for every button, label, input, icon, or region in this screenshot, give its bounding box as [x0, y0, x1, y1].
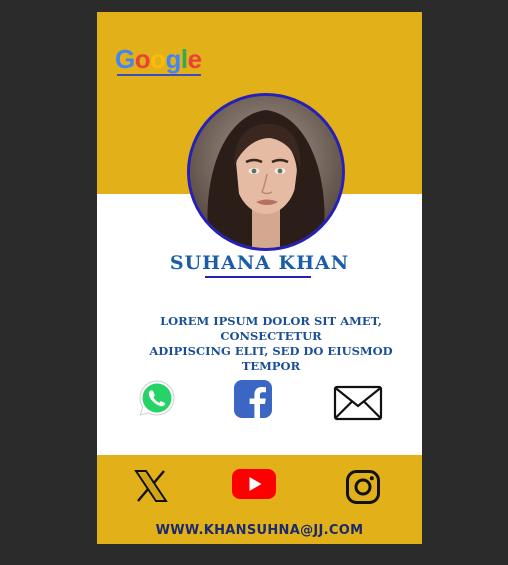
business-card: Google SUHANA KHAN LOREM IPSUM DOLOR SIT…	[97, 12, 422, 544]
logo-letter-4: g	[165, 44, 182, 74]
person-name: SUHANA KHAN	[169, 252, 350, 274]
logo-letter-1: G	[115, 44, 135, 74]
youtube-icon[interactable]	[231, 468, 277, 500]
avatar	[187, 93, 345, 251]
logo-letter-2: o	[134, 44, 151, 74]
logo-letter-5: l	[180, 44, 188, 74]
x-icon[interactable]	[134, 470, 168, 502]
mail-icon[interactable]	[333, 384, 383, 422]
logo-letter-6: e	[187, 44, 202, 74]
bio-line-2: ADIPISCING ELIT, SED DO EIUSMOD TEMPOR	[149, 344, 393, 373]
bio-line-1: LOREM IPSUM DOLOR SIT AMET, CONSECTETUR	[160, 314, 382, 343]
bio-text: LOREM IPSUM DOLOR SIT AMET, CONSECTETUR …	[121, 314, 421, 374]
facebook-icon[interactable]	[233, 379, 273, 419]
google-logo: Google	[115, 44, 202, 74]
instagram-icon[interactable]	[345, 469, 381, 505]
logo-underline	[117, 74, 201, 76]
portrait-image	[190, 96, 342, 248]
whatsapp-icon[interactable]	[137, 378, 177, 418]
name-underline	[205, 276, 311, 278]
website-link[interactable]: WWW.KHANSUHNA@JJ.COM	[97, 523, 422, 538]
logo-letter-3: o	[150, 44, 166, 74]
